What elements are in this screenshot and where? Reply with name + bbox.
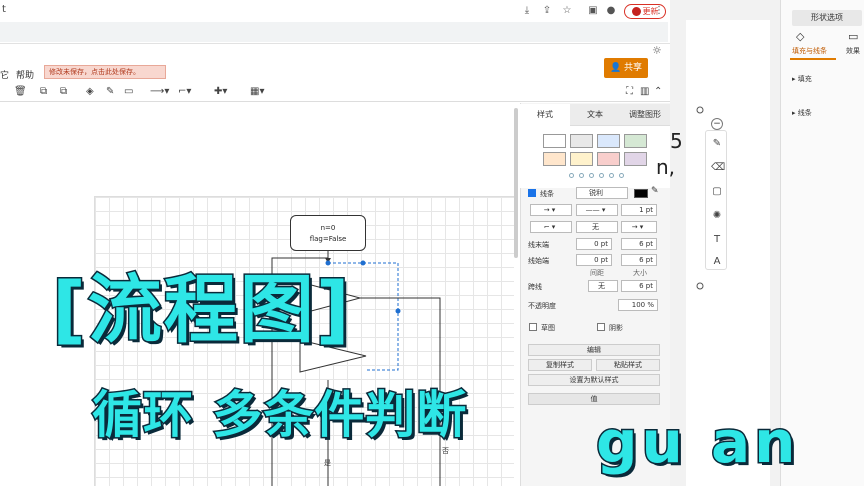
overlay-title: [流程图] [51, 266, 352, 355]
tab-effects[interactable]: 效果 [846, 46, 860, 56]
size-label: 大小 [633, 269, 647, 277]
sidepanel-icon[interactable]: ▣ [586, 4, 600, 18]
opacity-label: 不透明度 [528, 302, 556, 310]
waypoint-select[interactable]: ⌐ ▾ [530, 221, 572, 233]
style-swatch[interactable] [624, 134, 647, 148]
set-default-style-button[interactable]: 设置为默认样式 [528, 374, 660, 386]
style-swatch[interactable] [570, 152, 593, 166]
tab-fill-and-line[interactable]: 填充与线条 [792, 46, 827, 56]
pen-icon[interactable]: ✎ [711, 138, 723, 150]
share-page-icon[interactable]: ⇪ [540, 4, 554, 18]
style-swatch[interactable] [597, 152, 620, 166]
avatar [631, 7, 641, 16]
line-label: 线条 [540, 190, 554, 198]
active-tab-underline [790, 58, 836, 60]
style-swatch[interactable] [624, 152, 647, 166]
page-dot[interactable] [579, 173, 584, 178]
eyedropper-icon[interactable]: ✎ [651, 186, 659, 196]
bookmark-star-icon[interactable]: ☆ [560, 4, 574, 18]
share-button[interactable]: 👤 共享 [604, 58, 648, 78]
page-dot[interactable] [589, 173, 594, 178]
style-swatch[interactable] [543, 152, 566, 166]
page-dot[interactable] [609, 173, 614, 178]
line-start-label: 线始端 [528, 257, 549, 265]
edge-handle[interactable] [360, 260, 366, 266]
shadow-label: 阴影 [609, 324, 623, 332]
style-swatch[interactable] [597, 134, 620, 148]
line-start-input[interactable]: 0 pt [576, 254, 612, 266]
jump-style-select[interactable]: 无 [588, 280, 618, 292]
edge-label-yes: 是 [324, 459, 331, 467]
frame-icon[interactable]: ▢ [711, 186, 723, 198]
line-color-swatch[interactable] [634, 189, 648, 198]
selection-handle[interactable] [696, 282, 704, 290]
floating-toolbar [705, 130, 727, 270]
spacing-label: 间距 [590, 269, 604, 277]
collapse-icon[interactable]: ⌃ [654, 86, 662, 98]
style-swatch[interactable] [570, 134, 593, 148]
tab-text[interactable]: 文本 [570, 104, 620, 126]
jump-size-input[interactable]: 6 pt [621, 280, 657, 292]
line-width-input[interactable]: 1 pt [621, 204, 657, 216]
text-box-icon[interactable]: T [711, 234, 723, 246]
page-dot[interactable] [599, 173, 604, 178]
edge-label-no: 否 [442, 447, 449, 455]
fill-section[interactable]: ▸ 填充 [792, 74, 812, 84]
line-end-input[interactable]: 0 pt [576, 238, 612, 250]
line-end-label: 线末端 [528, 241, 549, 249]
text-effect-icon[interactable]: A [711, 256, 723, 268]
fullscreen-icon[interactable]: ⛶ [626, 86, 633, 98]
sketch-checkbox[interactable] [529, 323, 537, 331]
sketch-label: 草图 [541, 324, 555, 332]
tab-shape-options[interactable]: 形状选项 [792, 10, 862, 26]
paste-style-button[interactable]: 粘贴样式 [596, 359, 660, 371]
style-swatch[interactable] [543, 134, 566, 148]
format-panel-icon[interactable]: ▥ [640, 86, 649, 98]
line-dash-select[interactable]: —— ▾ [576, 204, 618, 216]
effects-icon[interactable]: ▭ [848, 30, 858, 43]
copy-style-button[interactable]: 复制样式 [528, 359, 592, 371]
value-section[interactable]: 值 [528, 393, 660, 405]
page-dot[interactable] [569, 173, 574, 178]
more-menu-icon[interactable]: ⋮ [652, 4, 666, 18]
tab-arrange[interactable]: 调整图形 [620, 104, 670, 126]
line-start-size-input[interactable]: 6 pt [621, 254, 657, 266]
overlay-subtitle: 循环 多条件判断 [90, 385, 468, 446]
line-style-select[interactable]: 锐利 [576, 187, 628, 199]
bulb-icon[interactable]: ✺ [711, 210, 723, 222]
tab-style[interactable]: 样式 [520, 104, 570, 126]
slide-text[interactable]: 5 n, [648, 128, 683, 180]
fill-line-icon[interactable]: ◇ [796, 30, 804, 43]
theme-icon[interactable]: ☼ [652, 44, 662, 57]
download-icon[interactable]: ⤓ [520, 4, 534, 18]
line-section[interactable]: ▸ 线条 [792, 108, 812, 118]
shadow-checkbox[interactable] [597, 323, 605, 331]
line-end-select[interactable]: → ▾ [621, 221, 657, 233]
line-start-select[interactable]: 无 [576, 221, 618, 233]
eraser-icon[interactable]: ⌫ [711, 162, 725, 174]
line-pattern-select[interactable]: → ▾ [530, 204, 572, 216]
collapse-circle-icon[interactable]: − [711, 118, 723, 130]
edge-handle[interactable] [395, 308, 401, 314]
jump-label: 跨线 [528, 283, 542, 291]
profile-icon[interactable]: ● [604, 4, 618, 18]
page-dot[interactable] [619, 173, 624, 178]
selection-handle[interactable] [696, 106, 704, 114]
overlay-signature: gu an [594, 407, 800, 478]
line-checkbox[interactable] [528, 189, 536, 197]
edit-button[interactable]: 编辑 [528, 344, 660, 356]
opacity-input[interactable]: 100 % [618, 299, 658, 311]
line-end-size-input[interactable]: 6 pt [621, 238, 657, 250]
